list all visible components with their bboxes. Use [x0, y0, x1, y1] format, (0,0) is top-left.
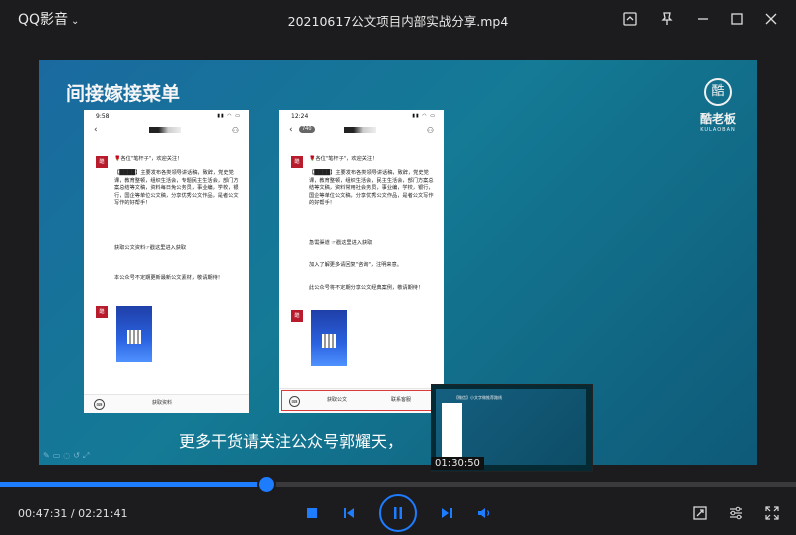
previous-button[interactable]	[339, 503, 359, 523]
keyboard-icon: ⌨	[289, 396, 300, 407]
play-pause-button[interactable]	[379, 494, 417, 532]
qr-card	[116, 306, 152, 362]
avatar: 酷	[291, 156, 303, 168]
phone-screenshot-left: 9:58 ▮▮ ◠ ▭ ‹ ⚇ 酷 🌹各位"笔杆子"，欢迎关注！ 【████】主…	[84, 110, 249, 413]
settings-sliders-icon	[730, 506, 742, 520]
phone-time: 12:24	[291, 113, 309, 120]
app-name: QQ影音	[18, 12, 69, 28]
seek-bar[interactable]	[0, 477, 796, 492]
stop-button[interactable]	[303, 504, 321, 522]
preview-time: 01:30:50	[431, 457, 484, 470]
stop-icon	[307, 508, 317, 518]
qr-code	[127, 330, 141, 344]
title-bar: QQ影音 ⌄ 20210617公文项目内部实战分享.mp4	[0, 0, 796, 38]
screenshot-button[interactable]	[619, 8, 641, 30]
video-subtitle: 更多干货请关注公众号郭耀天，	[179, 432, 404, 451]
greeting-text: 🌹各位"笔杆子"，欢迎关注！	[309, 156, 378, 162]
next-icon	[442, 508, 452, 518]
brand-logo: 酷 酷老板 KULAOBAN	[693, 78, 743, 133]
keyboard-icon: ⌨	[94, 399, 105, 410]
previous-icon	[344, 508, 354, 518]
greeting-text: 🌹各位"笔杆子"，欢迎关注！	[114, 156, 183, 162]
blurred-account-name	[149, 127, 181, 133]
phone-nav: ‹ 740 ⚇	[279, 124, 444, 138]
close-icon	[765, 13, 777, 25]
settings-button[interactable]	[726, 503, 746, 523]
link-text: 获取公文资料☞戳这里进入获取	[114, 245, 187, 251]
seek-bar-fill	[0, 482, 267, 487]
logo-glyph: 酷	[704, 78, 732, 106]
phone-bottom-bar: ⌨ 获取资料	[84, 394, 249, 413]
phone-nav: ‹ ⚇	[84, 124, 249, 138]
avatar: 酷	[291, 310, 303, 322]
volume-button[interactable]	[474, 503, 496, 523]
note-text: 本公众号不定期更新最新公文素材，敬请期待！	[114, 275, 223, 281]
seek-handle[interactable]	[259, 477, 275, 492]
blurred-account-name	[344, 127, 376, 133]
screenshot-icon	[623, 12, 637, 26]
back-icon: ‹	[94, 125, 98, 135]
pause-icon	[394, 507, 402, 519]
pin-button[interactable]	[656, 8, 678, 30]
qr-code	[322, 334, 336, 348]
bottom-menu-label: 联系客服	[391, 397, 412, 403]
phone-screenshot-right: 12:24 ▮▮ ◠ ▭ ‹ 740 ⚇ 酷 🌹各位"笔杆子"，欢迎关注！ 【█…	[279, 110, 444, 413]
bottom-menu-label: 获取公文	[327, 397, 348, 403]
signal-icon: ▮▮ ◠ ▭	[217, 113, 241, 119]
crop-icon	[693, 506, 707, 520]
note-text: 此公众号将不定期分享公文经典案例，敬请期待！	[309, 285, 424, 291]
next-button[interactable]	[437, 503, 457, 523]
intro-text: 【████】主要发布各类领导讲话稿，致辞，党史党课，教育整顿，组织生活会，专题民…	[114, 170, 239, 207]
user-icon: ⚇	[231, 126, 239, 135]
volume-icon	[478, 508, 490, 518]
back-icon: ‹	[289, 125, 293, 135]
qr-card	[311, 310, 347, 366]
pin-icon	[661, 12, 673, 25]
bottom-menu-label: 获取资料	[152, 400, 173, 406]
phone-bottom-bar: ⌨ 获取公文 联系客服	[279, 388, 444, 413]
chevron-down-icon: ⌄	[71, 16, 80, 27]
maximize-button[interactable]	[726, 8, 748, 30]
screenshot-tool-button[interactable]	[690, 503, 710, 523]
app-menu-button[interactable]: QQ影音 ⌄	[18, 9, 79, 29]
phone-time: 9:58	[96, 113, 110, 120]
user-icon: ⚇	[426, 126, 434, 135]
minimize-button[interactable]	[692, 8, 714, 30]
signal-icon: ▮▮ ◠ ▭	[412, 113, 436, 119]
video-frame[interactable]: 间接嫁接菜单 酷 酷老板 KULAOBAN 9:58 ▮▮ ◠ ▭ ‹ ⚇ 酷 …	[39, 60, 757, 465]
unread-badge: 740	[299, 126, 315, 134]
maximize-icon	[731, 13, 743, 25]
avatar: 酷	[96, 156, 108, 168]
intro-text: 【████】主要发布各类领导讲话稿，致辞，党史党课，教育整顿，组织生活会，民主生…	[309, 170, 434, 207]
avatar: 酷	[96, 306, 108, 318]
drawing-tools-icon: ✎▭◌↺⤢	[43, 451, 93, 460]
fullscreen-icon	[765, 506, 779, 520]
preview-caption: 【微信】小文字做推荐路线	[454, 395, 502, 400]
time-display: 00:47:31 / 02:21:41	[18, 507, 128, 520]
minimize-icon	[698, 18, 708, 20]
fullscreen-button[interactable]	[762, 503, 782, 523]
logo-en-text: KULAOBAN	[700, 127, 736, 133]
note-text: 加入了解更多请回复"咨询"，注明来意。	[309, 262, 402, 268]
link-text: 急需渠道 ☞戳这里进入获取	[309, 240, 373, 246]
preview-frame: 【微信】小文字做推荐路线	[436, 389, 586, 465]
close-button[interactable]	[760, 8, 782, 30]
logo-text: 酷老板	[699, 112, 736, 126]
slide-heading: 间接嫁接菜单	[66, 83, 181, 105]
preview-phone	[442, 403, 462, 459]
